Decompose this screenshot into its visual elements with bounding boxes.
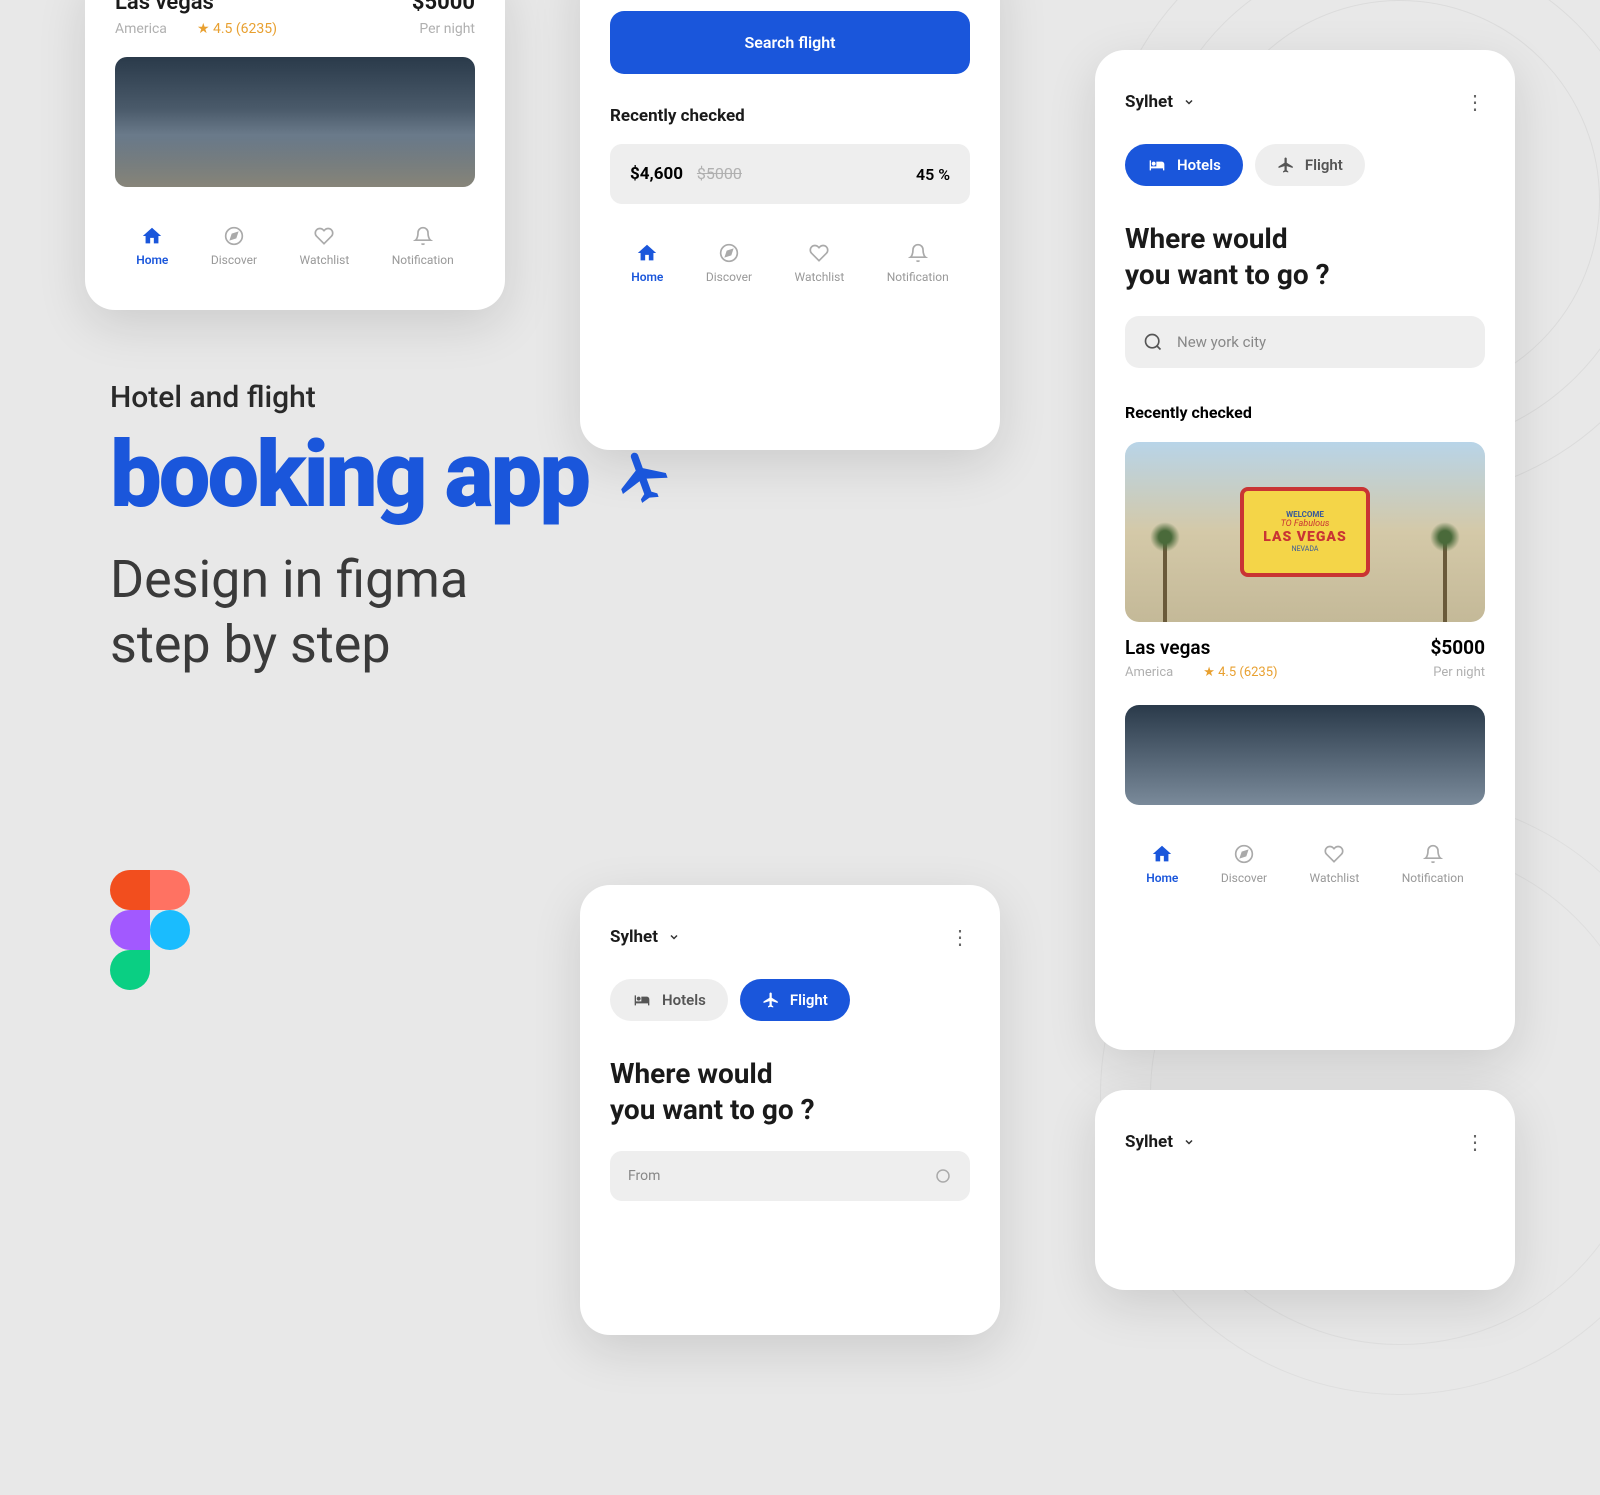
home-icon xyxy=(1151,843,1173,865)
hotel-card[interactable]: WELCOME TO Fabulous LAS VEGAS NEVADA Las… xyxy=(1125,442,1485,680)
more-menu-icon[interactable]: ⋮ xyxy=(1465,1130,1485,1154)
from-input[interactable]: From xyxy=(610,1151,970,1201)
hero-description: Design in figmastep by step xyxy=(110,547,673,677)
more-menu-icon[interactable]: ⋮ xyxy=(950,925,970,949)
compass-icon xyxy=(223,225,245,247)
heart-icon xyxy=(808,242,830,264)
location-selector[interactable]: Sylhet xyxy=(1125,1132,1195,1152)
card-price: $5000 xyxy=(1430,636,1485,659)
nav-watchlist[interactable]: Watchlist xyxy=(1310,843,1360,885)
hotel-card-image: WELCOME TO Fabulous LAS VEGAS NEVADA xyxy=(1125,442,1485,622)
bed-icon xyxy=(632,992,652,1008)
hotel-rating: ★ 4.5 (6235) xyxy=(197,21,277,37)
recently-checked-heading: Recently checked xyxy=(1125,403,1485,422)
nav-watchlist[interactable]: Watchlist xyxy=(795,242,845,284)
hero-title: booking app xyxy=(110,430,673,522)
plane-icon xyxy=(605,438,682,515)
chevron-down-icon xyxy=(668,931,680,943)
phone-screen-hotel-card: Las vegas $5000 America ★ 4.5 (6235) Per… xyxy=(85,0,505,310)
card-rating: ★ 4.5 (6235) xyxy=(1203,665,1277,680)
nav-notification[interactable]: Notification xyxy=(1402,843,1464,885)
more-menu-icon[interactable]: ⋮ xyxy=(1465,90,1485,114)
hotel-name: Las vegas xyxy=(115,0,214,15)
hotel-image xyxy=(115,57,475,187)
star-icon: ★ xyxy=(1203,665,1215,680)
bottom-nav: Home Discover Watchlist Notification xyxy=(115,207,475,267)
bell-icon xyxy=(907,242,929,264)
bell-icon xyxy=(412,225,434,247)
search-flight-button[interactable]: Search flight xyxy=(610,11,970,74)
card-per-night: Per night xyxy=(1433,665,1485,680)
nav-discover[interactable]: Discover xyxy=(211,225,257,267)
plane-icon xyxy=(1277,156,1295,174)
location-selector[interactable]: Sylhet xyxy=(610,927,680,947)
home-icon xyxy=(141,225,163,247)
nav-home[interactable]: Home xyxy=(1146,843,1178,885)
nav-home[interactable]: Home xyxy=(631,242,663,284)
card-title: Las vegas xyxy=(1125,636,1210,659)
nav-discover[interactable]: Discover xyxy=(706,242,752,284)
nav-home[interactable]: Home xyxy=(136,225,168,267)
page-heading: Where wouldyou want to go ? xyxy=(1125,221,1485,294)
plane-icon xyxy=(762,991,780,1009)
hero-subtitle: Hotel and flight xyxy=(110,380,673,415)
search-input[interactable]: New york city xyxy=(1125,316,1485,368)
recent-price-card[interactable]: $4,600 $5000 45 % xyxy=(610,144,970,204)
price-per-night: Per night xyxy=(419,21,475,37)
home-icon xyxy=(636,242,658,264)
tab-flight[interactable]: Flight xyxy=(740,979,850,1021)
bottom-nav: Home Discover Watchlist Notification xyxy=(610,224,970,284)
compass-icon xyxy=(718,242,740,264)
page-heading: Where wouldyou want to go ? xyxy=(610,1056,970,1129)
nav-notification[interactable]: Notification xyxy=(392,225,454,267)
recent-old-price: $5000 xyxy=(697,164,742,183)
recent-price: $4,600 xyxy=(630,164,683,184)
search-icon xyxy=(1143,332,1163,352)
compass-icon xyxy=(1233,843,1255,865)
phone-screen-hotels-home: Sylhet ⋮ Hotels Flight Where wouldyou wa… xyxy=(1095,50,1515,1050)
star-icon: ★ xyxy=(197,21,210,37)
recently-checked-heading: Recently checked xyxy=(610,106,970,126)
nav-notification[interactable]: Notification xyxy=(887,242,949,284)
chevron-down-icon xyxy=(1183,96,1195,108)
hotel-card-image-2 xyxy=(1125,705,1485,805)
card-country: America xyxy=(1125,665,1173,680)
chevron-down-icon xyxy=(1183,1136,1195,1148)
nav-discover[interactable]: Discover xyxy=(1221,843,1267,885)
tab-hotels[interactable]: Hotels xyxy=(610,979,728,1021)
phone-screen-partial: Sylhet ⋮ xyxy=(1095,1090,1515,1290)
recent-discount-pct: 45 % xyxy=(916,165,950,184)
bell-icon xyxy=(1422,843,1444,865)
hotel-country: America xyxy=(115,21,167,37)
nav-watchlist[interactable]: Watchlist xyxy=(300,225,350,267)
location-icon xyxy=(934,1167,952,1185)
bottom-nav: Home Discover Watchlist Notification xyxy=(1125,825,1485,885)
figma-logo xyxy=(110,870,190,990)
bed-icon xyxy=(1147,157,1167,173)
tab-flight[interactable]: Flight xyxy=(1255,144,1365,186)
phone-screen-flight-home: Sylhet ⋮ Hotels Flight Where wouldyou wa… xyxy=(580,885,1000,1335)
hero-section: Hotel and flight booking app Design in f… xyxy=(110,380,673,677)
heart-icon xyxy=(1323,843,1345,865)
location-selector[interactable]: Sylhet xyxy=(1125,92,1195,112)
hotel-price: $5000 xyxy=(412,0,475,15)
heart-icon xyxy=(313,225,335,247)
tab-hotels[interactable]: Hotels xyxy=(1125,144,1243,186)
